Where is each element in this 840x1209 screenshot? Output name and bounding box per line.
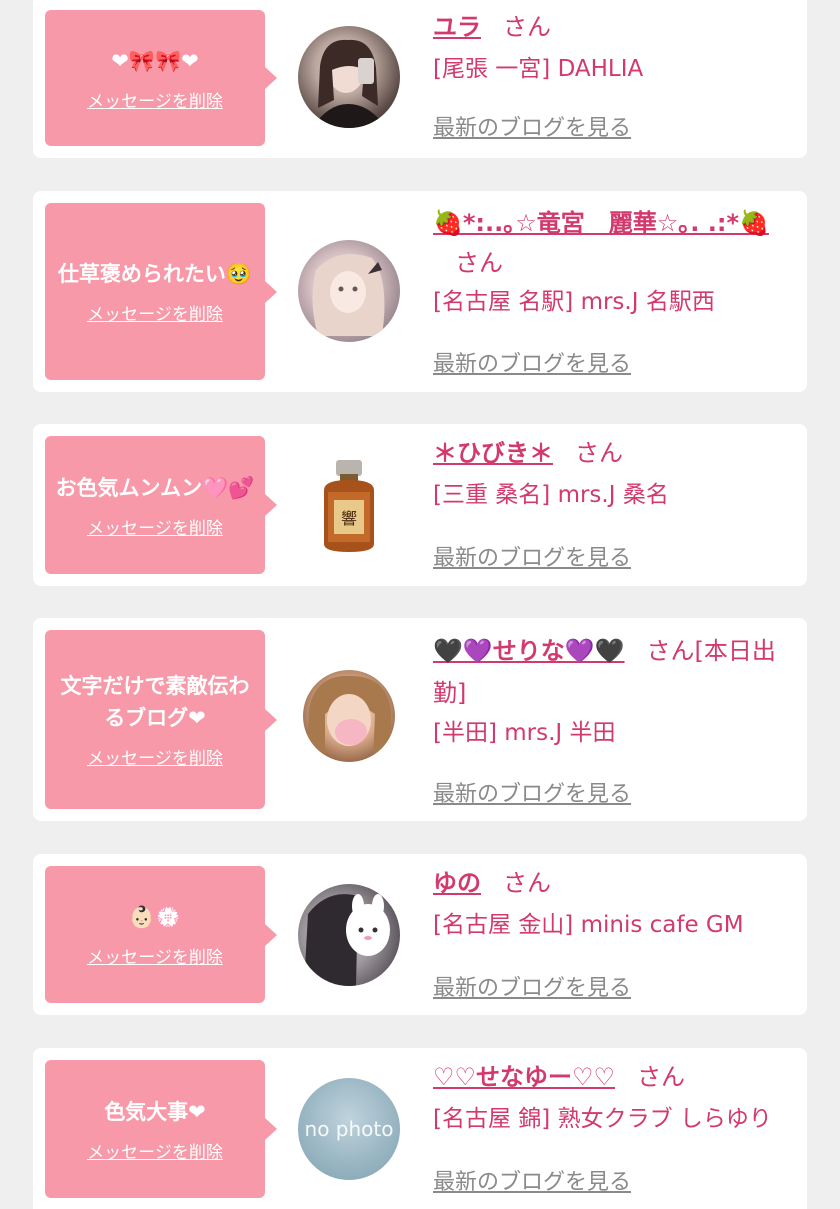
avatar[interactable] <box>303 670 395 762</box>
name-line: ♡♡せなゆー♡♡ さん <box>433 1060 797 1094</box>
delete-message-link[interactable]: メッセージを削除 <box>87 744 223 769</box>
message-card: 文字だけで素敵伝わるブログ❤ メッセージを削除 🖤💜せりな💜🖤 さん[本日出勤] … <box>33 618 807 821</box>
delete-message-link[interactable]: メッセージを削除 <box>87 300 223 325</box>
message-bubble: 文字だけで素敵伝わるブログ❤ メッセージを削除 <box>45 630 277 809</box>
san-suffix: さん <box>575 439 623 467</box>
message-text: ❤🎀🎀❤ <box>111 48 199 73</box>
girl-name-link[interactable]: 🖤💜せりな💜🖤 <box>433 637 625 665</box>
san-suffix: さん <box>637 1063 686 1091</box>
avatar-photo-icon <box>307 675 391 762</box>
delete-message-link[interactable]: メッセージを削除 <box>87 1138 223 1163</box>
message-card: 色気大事❤ メッセージを削除 no photo ♡♡せなゆー♡♡ さん [名古屋 … <box>33 1048 807 1209</box>
message-bubble: ❤🎀🎀❤ メッセージを削除 <box>45 10 277 146</box>
delete-message-link[interactable]: メッセージを削除 <box>87 514 223 539</box>
latest-blog-link[interactable]: 最新のブログを見る <box>433 540 631 572</box>
avatar-photo-icon <box>312 39 386 128</box>
san-suffix: さん <box>503 869 551 897</box>
profile-info: ♡♡せなゆー♡♡ さん [名古屋 錦] 熟女クラブ しらゆり <box>433 1060 797 1136</box>
girl-name-link[interactable]: 🍓*:..｡☆竜宮 麗華☆｡. .:*🍓 <box>433 209 769 237</box>
name-line: ユラ さん <box>433 10 797 44</box>
shop-info: [三重 桑名] mrs.J 桑名 <box>433 482 669 508</box>
latest-blog-link[interactable]: 最新のブログを見る <box>433 970 631 1002</box>
avatar[interactable] <box>298 26 400 128</box>
shop-info: [名古屋 金山] minis cafe GM <box>433 912 744 938</box>
message-text: 仕草褒められたい🥹 <box>57 262 253 286</box>
girl-name-link[interactable]: ユラ <box>433 13 481 41</box>
message-card: ❤🎀🎀❤ メッセージを削除 ユラ さん [尾張 一宮] DAHLIA 最新のブログ… <box>33 0 807 158</box>
delete-message-link[interactable]: メッセージを削除 <box>87 943 223 968</box>
name-line: ゆの さん <box>433 866 797 900</box>
message-bubble: 仕草褒められたい🥹 メッセージを削除 <box>45 203 277 380</box>
san-suffix: さん <box>455 249 503 277</box>
girl-name-link[interactable]: ＊ひびき＊ <box>433 439 553 467</box>
svg-text:響: 響 <box>341 509 357 528</box>
message-text: お色気ムンムン🩷💕 <box>55 475 255 500</box>
avatar[interactable] <box>298 240 400 342</box>
message-card: 仕草褒められたい🥹 メッセージを削除 🍓*:..｡☆竜宮 麗華☆｡. .:*🍓 さ… <box>33 191 807 392</box>
avatar-photo-icon <box>312 254 385 336</box>
shop-info: [尾張 一宮] DAHLIA <box>433 56 644 82</box>
shop-info: [名古屋 名駅] mrs.J 名駅西 <box>433 289 715 315</box>
whisky-bottle-icon: 響 <box>324 460 374 552</box>
avatar-photo-icon <box>304 894 390 986</box>
shop-info: [半田] mrs.J 半田 <box>433 720 616 746</box>
latest-blog-link[interactable]: 最新のブログを見る <box>433 110 631 142</box>
san-suffix: さん <box>503 13 551 41</box>
profile-info: ゆの さん [名古屋 金山] minis cafe GM <box>433 866 797 942</box>
message-card: 👶🏻💮 メッセージを削除 ゆの さん [名古屋 金山] minis cafe GM… <box>33 854 807 1015</box>
shop-info: [名古屋 錦] 熟女クラブ しらゆり <box>433 1106 772 1132</box>
girl-name-link[interactable]: ♡♡せなゆー♡♡ <box>433 1063 615 1091</box>
message-bubble: 色気大事❤ メッセージを削除 <box>45 1060 277 1198</box>
message-bubble: 👶🏻💮 メッセージを削除 <box>45 866 277 1003</box>
delete-message-link[interactable]: メッセージを削除 <box>87 87 223 112</box>
message-text: 色気大事❤ <box>104 1099 206 1124</box>
message-text: 👶🏻💮 <box>128 905 182 929</box>
no-photo-text: no photo <box>304 1117 394 1141</box>
avatar[interactable] <box>298 884 400 986</box>
latest-blog-link[interactable]: 最新のブログを見る <box>433 346 631 378</box>
latest-blog-link[interactable]: 最新のブログを見る <box>433 776 631 808</box>
message-text: 文字だけで素敵伝わるブログ❤ <box>60 674 250 730</box>
name-line: ＊ひびき＊ さん <box>433 436 797 470</box>
message-list: ❤🎀🎀❤ メッセージを削除 ユラ さん [尾張 一宮] DAHLIA 最新のブログ… <box>0 0 840 1209</box>
profile-info: ＊ひびき＊ さん [三重 桑名] mrs.J 桑名 <box>433 436 797 512</box>
profile-info: 🍓*:..｡☆竜宮 麗華☆｡. .:*🍓 さん [名古屋 名駅] mrs.J 名駅… <box>433 203 797 319</box>
name-line: 🍓*:..｡☆竜宮 麗華☆｡. .:*🍓 さん <box>433 203 797 283</box>
girl-name-link[interactable]: ゆの <box>433 869 481 897</box>
profile-info: 🖤💜せりな💜🖤 さん[本日出勤] [半田] mrs.J 半田 <box>433 630 797 750</box>
profile-info: ユラ さん [尾張 一宮] DAHLIA <box>433 10 797 86</box>
name-line: 🖤💜せりな💜🖤 さん[本日出勤] <box>433 630 797 714</box>
avatar[interactable]: 響 <box>298 454 400 556</box>
message-card: お色気ムンムン🩷💕 メッセージを削除 響 ＊ひびき＊ さん [三重 桑名] mrs… <box>33 424 807 586</box>
message-bubble: お色気ムンムン🩷💕 メッセージを削除 <box>45 436 277 574</box>
avatar[interactable]: no photo <box>298 1078 400 1180</box>
latest-blog-link[interactable]: 最新のブログを見る <box>433 1164 631 1196</box>
